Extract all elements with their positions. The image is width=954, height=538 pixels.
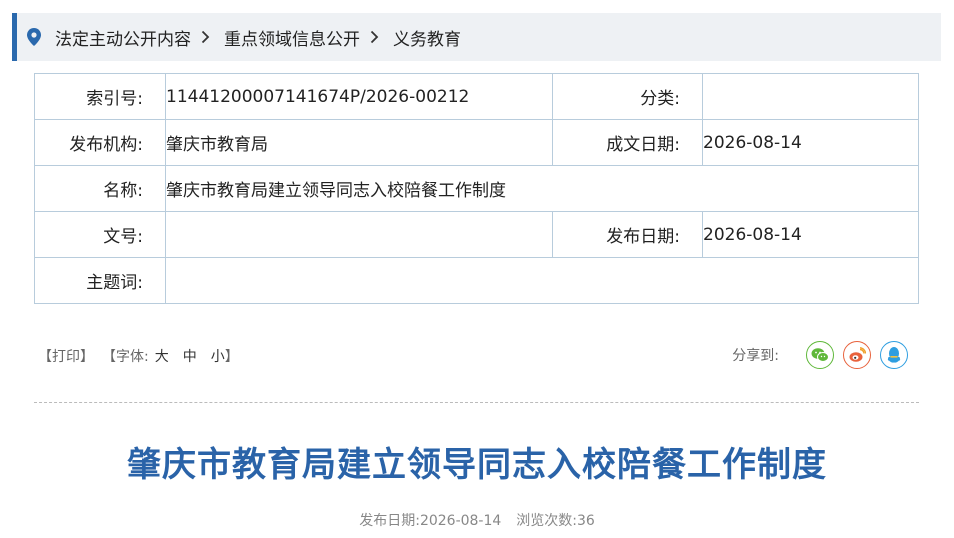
index-value: 11441200007141674P/2026-00212 (165, 73, 553, 120)
article-pub-info: 发布日期:2026-08-14 浏览次数:36 (0, 510, 954, 530)
qq-icon[interactable] (880, 341, 908, 369)
table-row: 发布机构: 肇庆市教育局 成文日期: 2026-08-14 (34, 119, 919, 166)
chevron-right-icon (201, 30, 210, 44)
table-row: 名称: 肇庆市教育局建立领导同志入校陪餐工作制度 (34, 165, 919, 212)
font-size-suffix: 】 (224, 349, 239, 365)
name-label: 名称: (34, 165, 166, 212)
location-pin-icon (27, 28, 41, 46)
table-row: 文号: 发布日期: 2026-08-14 (34, 211, 919, 258)
font-medium-button[interactable]: 中 (183, 346, 197, 366)
article-toolbar: 【打印】 【字体: 大 中 小 】 (38, 346, 239, 366)
views-label: 浏览次数: (516, 513, 577, 529)
created-date-label: 成文日期: (552, 119, 703, 166)
font-small-button[interactable]: 小 (211, 346, 225, 366)
breadcrumb-item-compulsory-education[interactable]: 义务教育 (393, 25, 461, 50)
breadcrumb: 法定主动公开内容 重点领域信息公开 义务教育 (12, 13, 941, 61)
keywords-label: 主题词: (34, 257, 166, 304)
pub-date-label: 发布日期: (359, 513, 420, 529)
chevron-right-icon (370, 30, 379, 44)
publisher-label: 发布机构: (34, 119, 166, 166)
doc-number-label: 文号: (34, 211, 166, 258)
article-title: 肇庆市教育局建立领导同志入校陪餐工作制度 (127, 445, 827, 485)
name-value: 肇庆市教育局建立领导同志入校陪餐工作制度 (165, 165, 919, 212)
publish-date-label: 发布日期: (552, 211, 703, 258)
document-meta-table: 索引号: 11441200007141674P/2026-00212 分类: 发… (34, 73, 919, 304)
wechat-icon[interactable] (806, 341, 834, 369)
index-label: 索引号: (34, 73, 166, 120)
weibo-icon[interactable] (843, 341, 871, 369)
keywords-value (165, 257, 919, 304)
font-size-prefix: 【字体: (102, 349, 149, 365)
dashed-divider (34, 402, 919, 403)
breadcrumb-item-key-areas[interactable]: 重点领域信息公开 (224, 25, 360, 50)
pub-date-value: 2026-08-14 (419, 513, 502, 529)
table-row: 主题词: (34, 257, 919, 304)
views-value: 36 (576, 513, 595, 529)
doc-number-value (165, 211, 553, 258)
print-button[interactable]: 【打印】 (38, 346, 94, 366)
font-large-button[interactable]: 大 (155, 346, 169, 366)
share-label: 分享到: (732, 348, 779, 364)
category-label: 分类: (552, 73, 703, 120)
table-row: 索引号: 11441200007141674P/2026-00212 分类: (34, 73, 919, 120)
share-bar: 分享到: (732, 341, 908, 369)
created-date-value: 2026-08-14 (702, 119, 919, 166)
publisher-value: 肇庆市教育局 (165, 119, 553, 166)
breadcrumb-item-public-content[interactable]: 法定主动公开内容 (55, 25, 191, 50)
category-value (702, 73, 919, 120)
publish-date-value: 2026-08-14 (702, 211, 919, 258)
